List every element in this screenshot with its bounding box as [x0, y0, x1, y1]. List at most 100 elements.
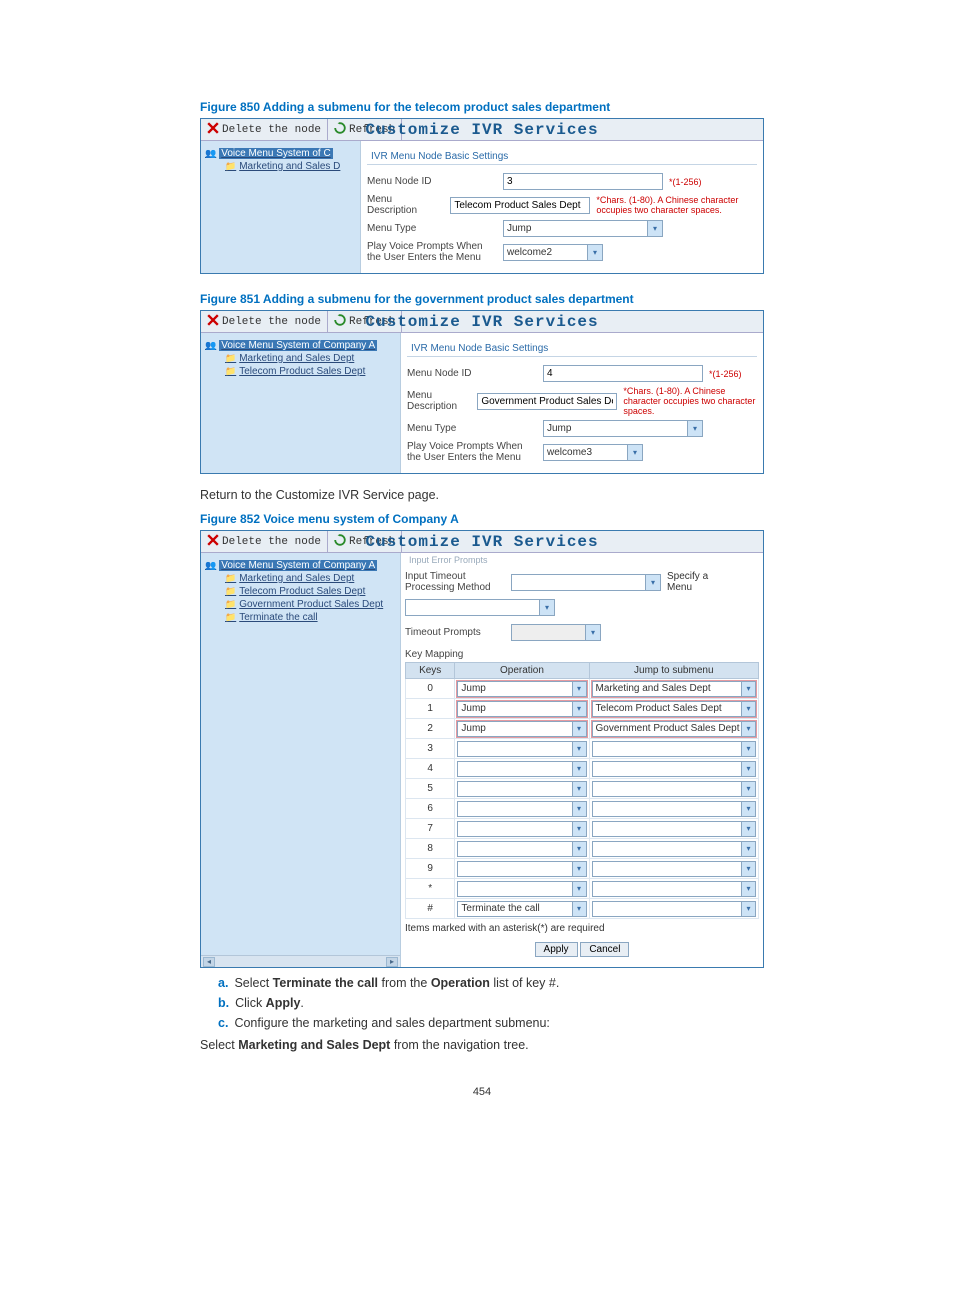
tree-node-telecom[interactable]: Telecom Product Sales Dept — [205, 585, 396, 598]
folder-icon — [225, 353, 236, 364]
tree-node-terminate[interactable]: Terminate the call — [205, 611, 396, 624]
cancel-button[interactable]: Cancel — [580, 942, 629, 957]
chevron-down-icon: ▾ — [741, 742, 755, 756]
chevron-down-icon: ▾ — [647, 221, 662, 236]
delete-node-button[interactable]: Delete the node — [201, 119, 328, 141]
fig851-panel: Delete the node Refresh Customize IVR Se… — [200, 310, 764, 474]
table-row: 3▾▾ — [406, 739, 759, 759]
key-cell: 5 — [406, 779, 455, 799]
timeout-method-select[interactable]: ▾ — [511, 574, 661, 591]
required-note: Items marked with an asterisk(*) are req… — [405, 923, 759, 934]
chevron-down-icon: ▾ — [741, 782, 755, 796]
chevron-down-icon: ▾ — [572, 882, 586, 896]
chevron-down-icon: ▾ — [687, 421, 702, 436]
table-row: 8▾▾ — [406, 839, 759, 859]
key-cell: 4 — [406, 759, 455, 779]
submenu-select[interactable]: Government Product Sales Dept▾ — [592, 721, 756, 737]
refresh-icon — [334, 314, 346, 330]
apply-button[interactable]: Apply — [535, 942, 578, 957]
table-row: 5▾▾ — [406, 779, 759, 799]
submenu-select[interactable]: ▾ — [592, 881, 756, 897]
operation-select[interactable]: ▾ — [457, 801, 586, 817]
menu-description-input[interactable] — [450, 197, 590, 214]
page-banner-title: Customize IVR Services — [365, 533, 598, 551]
key-mapping-label: Key Mapping — [405, 649, 759, 660]
chevron-down-icon: ▾ — [741, 802, 755, 816]
play-prompts-label: Play Voice Prompts When the User Enters … — [407, 441, 537, 463]
submenu-select[interactable]: ▾ — [592, 741, 756, 757]
menu-description-input[interactable] — [477, 393, 617, 410]
operation-select[interactable]: Jump▾ — [457, 701, 586, 717]
group-icon — [205, 560, 216, 571]
final-instruction: Select Marketing and Sales Dept from the… — [200, 1038, 764, 1052]
steps-list: a.Select Terminate the call from the Ope… — [218, 976, 764, 1030]
chevron-down-icon: ▾ — [572, 742, 586, 756]
operation-select[interactable]: Jump▾ — [457, 681, 586, 697]
key-cell: 9 — [406, 859, 455, 879]
submenu-select[interactable]: Telecom Product Sales Dept▾ — [592, 701, 756, 717]
delete-node-button[interactable]: Delete the node — [201, 531, 328, 553]
scroll-right-icon[interactable]: ▸ — [386, 957, 398, 967]
submenu-select[interactable]: ▾ — [592, 821, 756, 837]
operation-select[interactable]: ▾ — [457, 781, 586, 797]
submenu-select[interactable]: ▾ — [592, 861, 756, 877]
tree-scrollbar[interactable]: ◂ ▸ — [201, 955, 400, 967]
delete-x-icon — [207, 314, 219, 330]
operation-select[interactable]: Terminate the call▾ — [457, 901, 586, 917]
tree-root[interactable]: Voice Menu System of Company A — [205, 339, 396, 352]
col-operation: Operation — [455, 663, 589, 679]
operation-select[interactable]: ▾ — [457, 741, 586, 757]
table-row: 7▾▾ — [406, 819, 759, 839]
menu-type-label: Menu Type — [407, 423, 537, 434]
operation-select[interactable]: ▾ — [457, 761, 586, 777]
group-icon — [205, 340, 216, 351]
menu-node-id-input[interactable] — [543, 365, 703, 382]
folder-icon — [225, 599, 236, 610]
play-prompts-select[interactable]: welcome2▾ — [503, 244, 603, 261]
timeout-prompts-label: Timeout Prompts — [405, 627, 505, 638]
delete-node-button[interactable]: Delete the node — [201, 311, 328, 333]
operation-select[interactable]: ▾ — [457, 861, 586, 877]
menu-description-hint: *Chars. (1-80). A Chinese character occu… — [623, 386, 757, 416]
table-row: 2Jump▾Government Product Sales Dept▾ — [406, 719, 759, 739]
scroll-left-icon[interactable]: ◂ — [203, 957, 215, 967]
tree-root[interactable]: Voice Menu System of Company A — [205, 559, 396, 572]
chevron-down-icon: ▾ — [572, 762, 586, 776]
partial-header: Input Error Prompts — [405, 553, 759, 567]
operation-select[interactable]: ▾ — [457, 881, 586, 897]
submenu-select[interactable]: ▾ — [592, 781, 756, 797]
submenu-select[interactable]: Marketing and Sales Dept▾ — [592, 681, 756, 697]
return-text: Return to the Customize IVR Service page… — [200, 488, 764, 502]
table-row: #Terminate the call▾▾ — [406, 899, 759, 919]
figure-850-title: Figure 850 Adding a submenu for the tele… — [200, 100, 764, 114]
tree-node-government[interactable]: Government Product Sales Dept — [205, 598, 396, 611]
submenu-select[interactable]: ▾ — [592, 761, 756, 777]
tree-node-marketing[interactable]: Marketing and Sales Dept — [205, 572, 396, 585]
folder-icon — [225, 586, 236, 597]
chevron-down-icon: ▾ — [585, 625, 600, 640]
menu-node-id-label: Menu Node ID — [407, 368, 537, 379]
tree-node-telecom[interactable]: Telecom Product Sales Dept — [205, 365, 396, 378]
toolbar: Delete the node Refresh Customize IVR Se… — [201, 119, 763, 141]
play-prompts-select[interactable]: welcome3▾ — [543, 444, 643, 461]
menu-node-id-input[interactable] — [503, 173, 663, 190]
operation-select[interactable]: ▾ — [457, 841, 586, 857]
operation-select[interactable]: ▾ — [457, 821, 586, 837]
chevron-down-icon: ▾ — [539, 600, 554, 615]
table-row: 6▾▾ — [406, 799, 759, 819]
tree-root[interactable]: Voice Menu System of C — [205, 147, 356, 160]
chevron-down-icon: ▾ — [741, 682, 755, 696]
refresh-icon — [334, 122, 346, 138]
timeout-prompts-select[interactable]: ▾ — [511, 624, 601, 641]
chevron-down-icon: ▾ — [572, 702, 586, 716]
menu-type-select[interactable]: Jump▾ — [543, 420, 703, 437]
submenu-select[interactable]: ▾ — [592, 901, 756, 917]
submenu-select[interactable]: ▾ — [592, 841, 756, 857]
operation-select[interactable]: Jump▾ — [457, 721, 586, 737]
specify-menu-select[interactable]: ▾ — [405, 599, 555, 616]
chevron-down-icon: ▾ — [572, 682, 586, 696]
menu-type-select[interactable]: Jump▾ — [503, 220, 663, 237]
tree-node-marketing[interactable]: Marketing and Sales D — [205, 160, 356, 173]
submenu-select[interactable]: ▾ — [592, 801, 756, 817]
tree-node-marketing[interactable]: Marketing and Sales Dept — [205, 352, 396, 365]
